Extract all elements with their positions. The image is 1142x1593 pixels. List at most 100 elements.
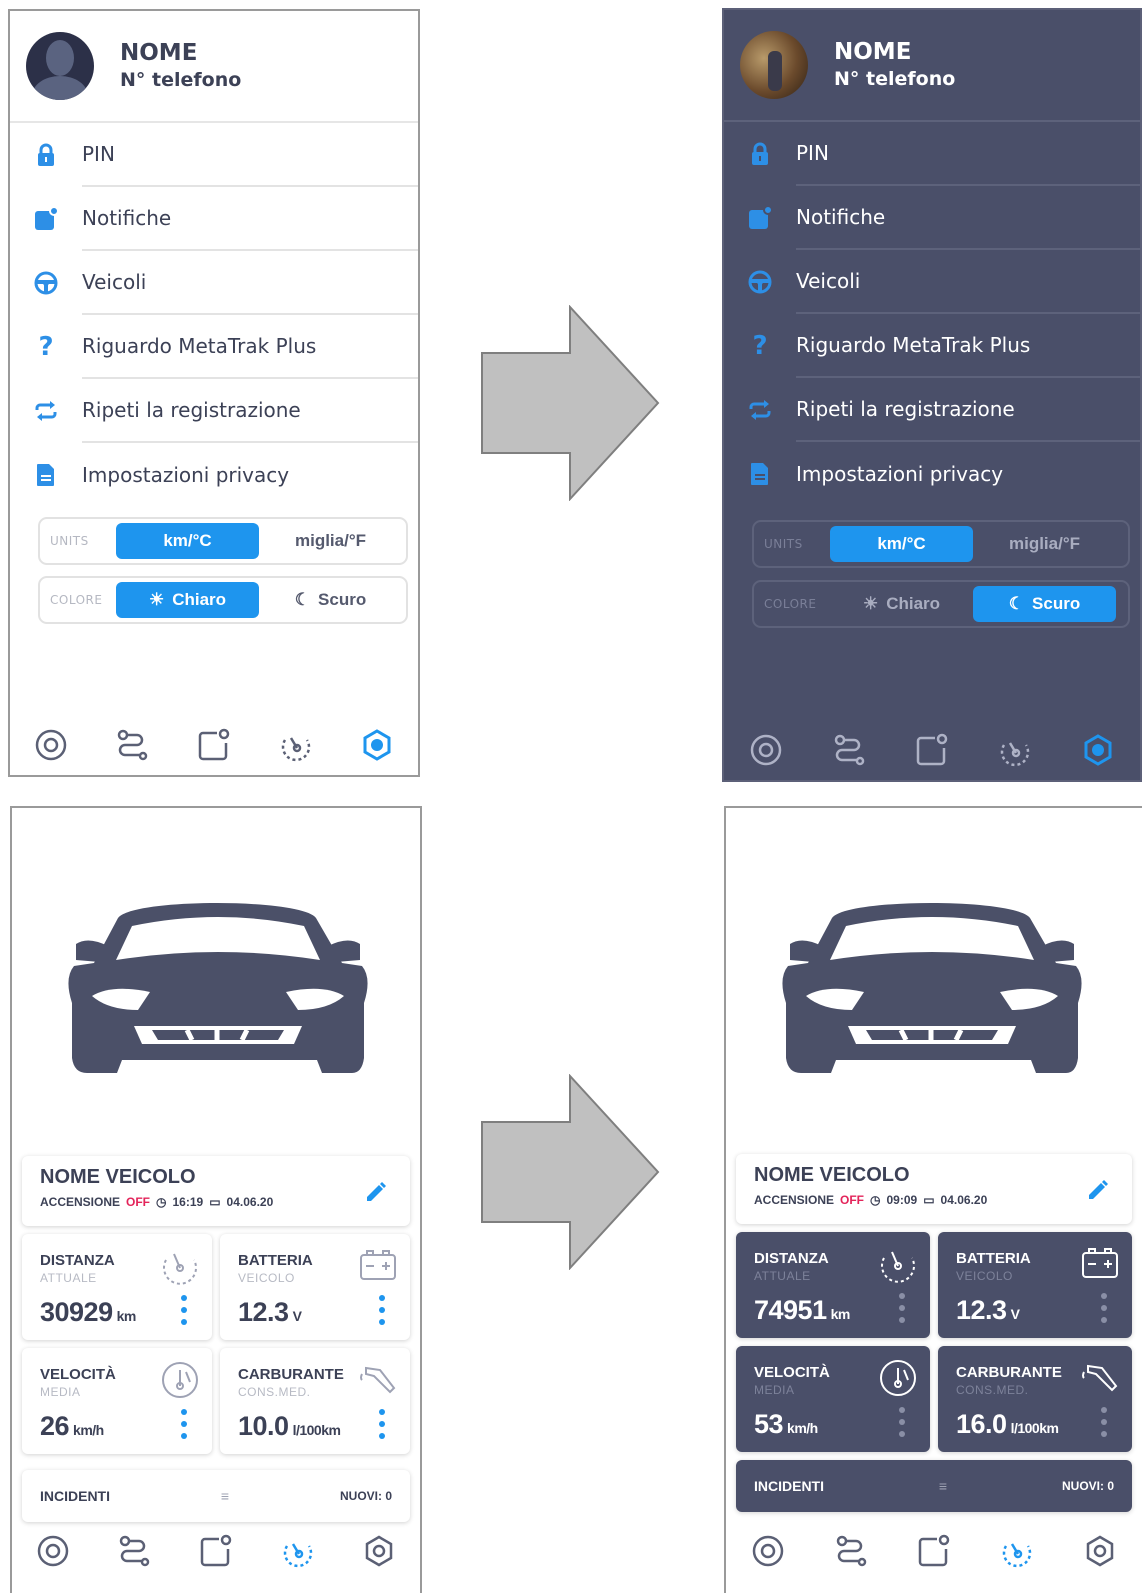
units-label: UNITS xyxy=(50,534,89,548)
more-icon[interactable] xyxy=(181,1408,187,1440)
moon-icon: ☾ xyxy=(294,590,311,609)
notes-nav-icon[interactable] xyxy=(194,725,234,765)
notes-nav-icon[interactable] xyxy=(912,730,952,770)
distance-value: 74951 xyxy=(754,1295,827,1325)
more-icon[interactable] xyxy=(899,1406,905,1438)
vehicle-status: ACCENSIONE OFF ◷ 09:09 ▭ 04.06.20 xyxy=(754,1193,1114,1207)
settings-nav-icon[interactable] xyxy=(1083,1534,1117,1572)
home-nav-icon[interactable] xyxy=(751,1534,785,1572)
battery-tile[interactable]: BATTERIA VEICOLO 12.3 V xyxy=(220,1234,410,1340)
route-nav-icon[interactable] xyxy=(112,725,152,765)
document-icon xyxy=(10,463,82,487)
fuel-tile[interactable]: CARBURANTE CONS.MED. 16.0 l/100km xyxy=(938,1346,1132,1452)
repeat-icon xyxy=(724,399,796,421)
color-option-dark[interactable]: ☾ Scuro xyxy=(259,582,402,618)
more-icon[interactable] xyxy=(899,1292,905,1324)
units-option-km[interactable]: km/°C xyxy=(116,523,259,559)
notification-icon xyxy=(10,207,82,231)
menu-item-privacy[interactable]: Impostazioni privacy xyxy=(724,442,1140,506)
battery-value: 12.3 xyxy=(956,1295,1007,1325)
incidents-label: INCIDENTI xyxy=(754,1478,824,1494)
menu-item-ripeti[interactable]: Ripeti la registrazione xyxy=(724,378,1140,442)
settings-nav-icon[interactable] xyxy=(362,1534,396,1572)
battery-tile[interactable]: BATTERIA VEICOLO 12.3 V xyxy=(938,1232,1132,1338)
units-option-miles[interactable]: miglia/°F xyxy=(259,523,402,559)
units-option-km[interactable]: km/°C xyxy=(830,526,973,562)
menu-item-notifiche[interactable]: Notifiche xyxy=(10,187,418,251)
vehicle-screen-dark: NOME VEICOLO ACCENSIONE OFF ◷ 09:09 ▭ 04.0… xyxy=(724,806,1142,1593)
color-option-dark-label: Scuro xyxy=(318,590,367,609)
menu-label: Impostazioni privacy xyxy=(796,462,1004,486)
more-icon[interactable] xyxy=(1101,1406,1107,1438)
vehicle-card: NOME VEICOLO ACCENSIONE OFF ◷ 16:19 ▭ 04.0… xyxy=(22,1156,410,1226)
color-option-light[interactable]: ☀ Chiaro xyxy=(830,586,973,622)
home-nav-icon[interactable] xyxy=(31,725,71,765)
menu-item-notifiche[interactable]: Notifiche xyxy=(724,186,1140,250)
menu-item-ripeti[interactable]: Ripeti la registrazione xyxy=(10,379,418,443)
profile-name: NOME xyxy=(834,39,912,65)
speed-tile[interactable]: VELOCITÀ MEDIA 53 km/h xyxy=(736,1346,930,1452)
avatar[interactable] xyxy=(740,31,808,99)
ignition-state: OFF xyxy=(126,1195,151,1209)
color-label: COLORE xyxy=(50,593,103,607)
more-icon[interactable] xyxy=(379,1294,385,1326)
ignition-label: ACCENSIONE xyxy=(40,1195,121,1209)
color-option-dark[interactable]: ☾ Scuro xyxy=(973,586,1116,622)
menu-label: PIN xyxy=(796,122,1140,186)
speed-unit: km/h xyxy=(787,1420,818,1436)
menu-item-privacy[interactable]: Impostazioni privacy xyxy=(10,443,418,507)
bottom-nav xyxy=(724,720,1140,780)
units-option-miles[interactable]: miglia/°F xyxy=(973,526,1116,562)
menu-label: PIN xyxy=(82,123,418,187)
fuel-tile[interactable]: CARBURANTE CONS.MED. 10.0 l/100km xyxy=(220,1348,410,1454)
settings-nav-icon[interactable] xyxy=(1078,730,1118,770)
dashboard-nav-icon[interactable] xyxy=(995,730,1035,770)
route-nav-icon[interactable] xyxy=(834,1534,868,1572)
distance-tile[interactable]: DISTANZA ATTUALE 30929 km xyxy=(22,1234,212,1340)
menu-label: Notifiche xyxy=(796,186,1140,250)
calendar-icon: ▭ xyxy=(923,1193,935,1207)
more-icon[interactable] xyxy=(379,1408,385,1440)
question-icon: ? xyxy=(38,332,54,362)
menu-item-pin[interactable]: PIN xyxy=(724,122,1140,186)
menu-item-riguardo[interactable]: ? Riguardo MetaTrak Plus xyxy=(724,314,1140,378)
edit-icon[interactable] xyxy=(1086,1178,1110,1202)
menu-item-riguardo[interactable]: ? Riguardo MetaTrak Plus xyxy=(10,315,418,379)
edit-icon[interactable] xyxy=(364,1180,388,1204)
question-icon: ? xyxy=(752,331,768,361)
vehicle-name: NOME VEICOLO xyxy=(754,1164,910,1186)
vehicle-screen-light: NOME VEICOLO ACCENSIONE OFF ◷ 16:19 ▭ 04.0… xyxy=(10,806,422,1593)
menu-label: Ripeti la registrazione xyxy=(82,379,418,443)
speedometer-icon xyxy=(162,1362,198,1398)
notes-nav-icon[interactable] xyxy=(917,1534,951,1572)
incidents-label: INCIDENTI xyxy=(40,1488,110,1504)
incidents-new: NUOVI: 0 xyxy=(1061,1479,1114,1493)
menu-item-pin[interactable]: PIN xyxy=(10,123,418,187)
more-icon[interactable] xyxy=(1101,1292,1107,1324)
dashboard-nav-icon[interactable] xyxy=(1000,1534,1034,1572)
ignition-date: 04.06.20 xyxy=(226,1195,274,1209)
menu-item-veicoli[interactable]: Veicoli xyxy=(724,250,1140,314)
home-nav-icon[interactable] xyxy=(36,1534,70,1572)
distance-value: 30929 xyxy=(40,1297,113,1327)
avatar[interactable] xyxy=(26,32,94,100)
color-selector: COLORE ☀ Chiaro ☾ Scuro xyxy=(38,576,408,624)
home-nav-icon[interactable] xyxy=(746,730,786,770)
document-icon xyxy=(724,462,796,486)
menu-item-veicoli[interactable]: Veicoli xyxy=(10,251,418,315)
color-option-light[interactable]: ☀ Chiaro xyxy=(116,582,259,618)
route-nav-icon[interactable] xyxy=(117,1534,151,1572)
lock-icon xyxy=(10,143,82,167)
sun-icon: ☀ xyxy=(862,594,879,613)
battery-value: 12.3 xyxy=(238,1297,289,1327)
more-icon[interactable] xyxy=(181,1294,187,1326)
settings-nav-icon[interactable] xyxy=(357,725,397,765)
incidents-bar[interactable]: INCIDENTI ≡ NUOVI: 0 xyxy=(736,1460,1132,1512)
incidents-bar[interactable]: INCIDENTI ≡ NUOVI: 0 xyxy=(22,1470,410,1522)
notes-nav-icon[interactable] xyxy=(199,1534,233,1572)
speed-tile[interactable]: VELOCITÀ MEDIA 26 km/h xyxy=(22,1348,212,1454)
route-nav-icon[interactable] xyxy=(829,730,869,770)
dashboard-nav-icon[interactable] xyxy=(281,1534,315,1572)
distance-tile[interactable]: DISTANZA ATTUALE 74951 km xyxy=(736,1232,930,1338)
dashboard-nav-icon[interactable] xyxy=(276,725,316,765)
